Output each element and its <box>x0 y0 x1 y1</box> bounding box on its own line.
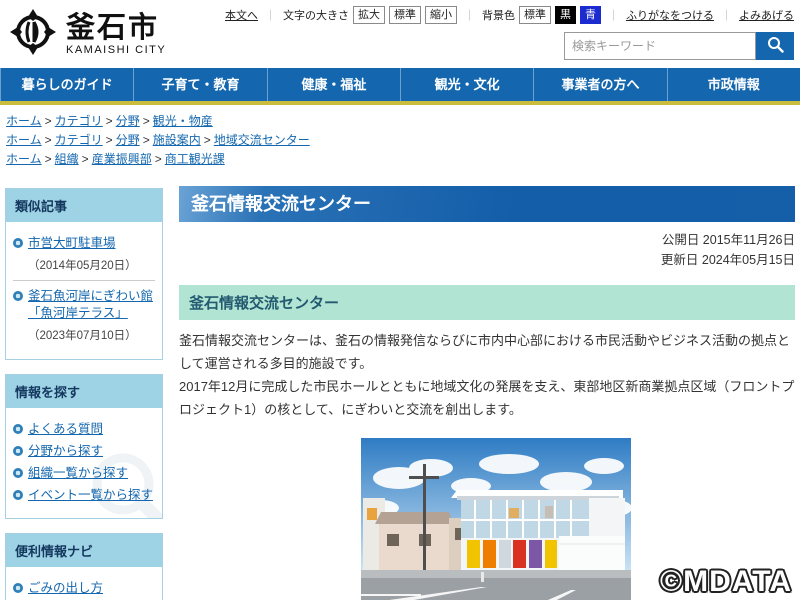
sidebar: 類似記事 市営大町駐車場 （2014年05月20日） 釜石魚河岸にぎわい館「魚河… <box>5 174 163 600</box>
list-item[interactable]: よくある質問 <box>13 421 155 438</box>
search-icon <box>767 36 784 56</box>
article-paragraph-2: 2017年12月に完成した市民ホールとともに地域文化の発展を支え、東部地区新商業… <box>179 375 795 421</box>
similar-article-date: （2023年07月10日） <box>28 327 155 343</box>
city-emblem-icon <box>8 7 58 62</box>
breadcrumb-link[interactable]: ホーム <box>6 133 42 147</box>
breadcrumb-link[interactable]: 分野 <box>116 114 140 128</box>
nav-item-living-guide[interactable]: 暮らしのガイド <box>0 68 133 101</box>
content-layout: 類似記事 市営大町駐車場 （2014年05月20日） 釜石魚河岸にぎわい館「魚河… <box>0 174 800 600</box>
article-dates: 公開日 2015年11月26日 更新日 2024年05月15日 <box>179 230 795 270</box>
font-size-label: 文字の大きさ <box>283 7 349 23</box>
sidebar-find-info: 情報を探す よくある質問 分野から探す 組織一覧から探す <box>5 374 163 519</box>
bullet-icon <box>13 238 23 248</box>
font-size-normal-button[interactable]: 標準 <box>389 6 421 24</box>
sidebar-similar-articles: 類似記事 市営大町駐車場 （2014年05月20日） 釜石魚河岸にぎわい館「魚河… <box>5 188 163 360</box>
list-item[interactable]: 釜石魚河岸にぎわい館「魚河岸テラス」 <box>13 288 155 322</box>
bg-standard-button[interactable]: 標準 <box>519 6 551 24</box>
global-nav: 暮らしのガイド 子育て・教育 健康・福祉 観光・文化 事業者の方へ 市政情報 <box>0 68 800 105</box>
bullet-icon <box>13 424 23 434</box>
breadcrumb-link[interactable]: 商工観光課 <box>165 152 225 166</box>
sidebar-similar-title: 類似記事 <box>6 189 162 222</box>
utility-bar: 本文へ ｜ 文字の大きさ 拡大 標準 縮小 ｜ 背景色 標準 黒 青 ｜ ふりが… <box>225 6 794 24</box>
breadcrumb-line-2: ホーム>カテゴリ>分野>施設案内>地域交流センター <box>6 131 792 150</box>
section-heading: 釜石情報交流センター <box>179 285 795 320</box>
breadcrumb-line-1: ホーム>カテゴリ>分野>観光・物産 <box>6 112 792 131</box>
list-item[interactable]: 市営大町駐車場 <box>13 235 155 252</box>
nav-item-childcare-education[interactable]: 子育て・教育 <box>133 68 266 101</box>
breadcrumb-line-3: ホーム>組織>産業振興部>商工観光課 <box>6 150 792 169</box>
main-content: 釜石情報交流センター 公開日 2015年11月26日 更新日 2024年05月1… <box>179 174 795 600</box>
skip-to-content-link[interactable]: 本文へ <box>225 7 258 23</box>
divider <box>13 280 155 281</box>
site-title-en: KAMAISHI CITY <box>66 44 166 56</box>
site-logo[interactable]: 釜石市 KAMAISHI CITY <box>8 7 166 62</box>
page-title: 釜石情報交流センター <box>179 186 795 222</box>
breadcrumb-link[interactable]: 施設案内 <box>153 133 201 147</box>
nav-item-health-welfare[interactable]: 健康・福祉 <box>267 68 400 101</box>
site-search <box>564 32 794 60</box>
bullet-icon <box>13 490 23 500</box>
site-title: 釜石市 KAMAISHI CITY <box>66 13 166 56</box>
find-by-org-link[interactable]: 組織一覧から探す <box>28 465 128 482</box>
breadcrumb-link[interactable]: ホーム <box>6 114 42 128</box>
similar-article-link[interactable]: 市営大町駐車場 <box>28 235 116 252</box>
font-size-small-button[interactable]: 縮小 <box>425 6 457 24</box>
list-item[interactable]: ごみの出し方 <box>13 580 155 597</box>
font-size-large-button[interactable]: 拡大 <box>353 6 385 24</box>
furigana-link[interactable]: ふりがなをつける <box>626 7 714 23</box>
search-input[interactable] <box>564 32 756 60</box>
site-title-jp: 釜石市 <box>66 13 166 43</box>
breadcrumb-link[interactable]: 地域交流センター <box>214 133 310 147</box>
read-aloud-link[interactable]: よみあげる <box>739 7 794 23</box>
article-paragraph-1: 釜石情報交流センターは、釜石の情報発信ならびに市内中心部における市民活動やビジネ… <box>179 329 795 375</box>
similar-article-date: （2014年05月20日） <box>28 257 155 273</box>
find-by-field-link[interactable]: 分野から探す <box>28 443 103 460</box>
search-button[interactable] <box>756 32 794 60</box>
find-by-event-link[interactable]: イベント一覧から探す <box>28 487 153 504</box>
published-date: 公開日 2015年11月26日 <box>179 230 795 250</box>
bg-color-label: 背景色 <box>482 7 515 23</box>
breadcrumb-link[interactable]: 組織 <box>55 152 79 166</box>
nav-item-business[interactable]: 事業者の方へ <box>533 68 666 101</box>
bg-blue-button[interactable]: 青 <box>580 6 601 24</box>
bullet-icon <box>13 291 23 301</box>
sidebar-navi-title: 便利情報ナビ <box>6 534 162 567</box>
garbage-link[interactable]: ごみの出し方 <box>28 580 103 597</box>
breadcrumb-link[interactable]: 分野 <box>116 133 140 147</box>
nav-item-tourism-culture[interactable]: 観光・文化 <box>400 68 533 101</box>
breadcrumb-link[interactable]: カテゴリ <box>55 114 103 128</box>
bullet-icon <box>13 468 23 478</box>
site-header: 釜石市 KAMAISHI CITY 本文へ ｜ 文字の大きさ 拡大 標準 縮小 … <box>0 0 800 68</box>
mdata-watermark: ©MDATA <box>660 565 792 599</box>
faq-link[interactable]: よくある質問 <box>28 421 103 438</box>
list-item[interactable]: イベント一覧から探す <box>13 487 155 504</box>
similar-article-link[interactable]: 釜石魚河岸にぎわい館「魚河岸テラス」 <box>28 288 155 322</box>
breadcrumb-link[interactable]: 観光・物産 <box>153 114 213 128</box>
nav-item-city-government[interactable]: 市政情報 <box>667 68 800 101</box>
sidebar-find-title: 情報を探す <box>6 375 162 408</box>
list-item[interactable]: 分野から探す <box>13 443 155 460</box>
breadcrumb-link[interactable]: カテゴリ <box>55 133 103 147</box>
bullet-icon <box>13 583 23 593</box>
page: 釜石市 KAMAISHI CITY 本文へ ｜ 文字の大きさ 拡大 標準 縮小 … <box>0 0 800 600</box>
bullet-icon <box>13 446 23 456</box>
breadcrumb-link[interactable]: 産業振興部 <box>92 152 152 166</box>
bg-black-button[interactable]: 黒 <box>555 6 576 24</box>
sidebar-useful-navi: 便利情報ナビ ごみの出し方 公共交通機関 施設マップ <box>5 533 163 600</box>
list-item[interactable]: 組織一覧から探す <box>13 465 155 482</box>
center-exterior-photo <box>361 438 631 600</box>
updated-date: 更新日 2024年05月15日 <box>179 250 795 270</box>
breadcrumb-link[interactable]: ホーム <box>6 152 42 166</box>
breadcrumb: ホーム>カテゴリ>分野>観光・物産 ホーム>カテゴリ>分野>施設案内>地域交流セ… <box>0 105 800 174</box>
